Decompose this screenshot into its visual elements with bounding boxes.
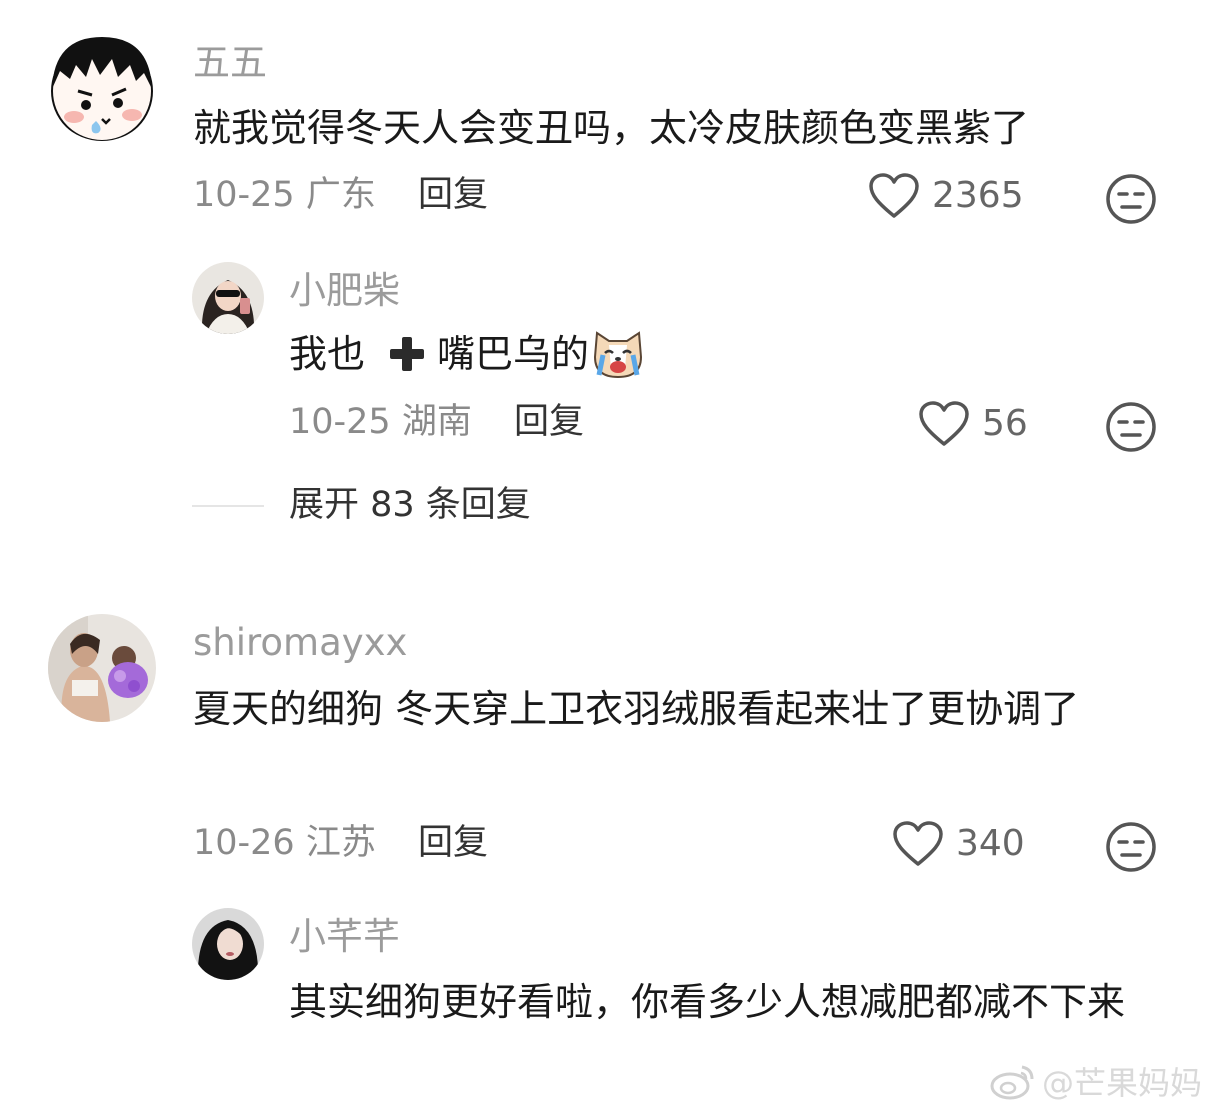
username[interactable]: 五五 [193, 44, 267, 81]
user-photo-avatar-icon [192, 908, 264, 980]
user-photo-avatar-icon [192, 262, 264, 334]
avatar-shiromayxx[interactable] [48, 614, 156, 722]
reply-text: 我也 嘴巴乌的 [289, 322, 645, 386]
like-count: 340 [956, 823, 1025, 864]
comment-date: 10-25 [193, 175, 295, 215]
reply-text: 其实细狗更好看啦，你看多少人想减肥都减不下来 [289, 980, 1126, 1024]
avatar-wuwu[interactable] [48, 33, 156, 141]
reply-text-start: 我也 [289, 332, 366, 376]
like-button[interactable]: 56 [918, 401, 1028, 447]
reply-text-end: 嘴巴乌的 [437, 332, 590, 376]
avatar-xiaofeichai[interactable] [192, 262, 264, 334]
reply-location: 湖南 [401, 402, 472, 442]
neutral-face-icon [1106, 174, 1156, 224]
crying-dog-emoji [594, 331, 643, 379]
reply-button[interactable]: 回复 [418, 826, 488, 861]
reply-meta: 10-25 湖南 [289, 405, 472, 440]
dislike-button[interactable] [1105, 821, 1157, 877]
username[interactable]: 小芊芊 [289, 918, 400, 955]
username[interactable]: shiromayxx [193, 624, 407, 661]
comment-meta: 10-25 广东 [193, 178, 376, 213]
comment-meta: 10-26 江苏 [193, 826, 376, 861]
like-count: 2365 [932, 175, 1024, 216]
comment-text: 夏天的细狗 冬天穿上卫衣羽绒服看起来壮了更协调了 [193, 687, 1080, 731]
reply-button[interactable]: 回复 [514, 405, 584, 440]
heart-outline-icon [919, 401, 969, 446]
like-button[interactable]: 2365 [868, 173, 1024, 219]
comment-text: 就我觉得冬天人会变丑吗，太冷皮肤颜色变黑紫了 [193, 106, 1030, 150]
user-photo-avatar-icon [48, 614, 156, 722]
comment-location: 广东 [305, 175, 376, 215]
avatar-xiaoqianqian[interactable] [192, 908, 264, 980]
heart-outline-icon [869, 173, 919, 218]
watermark-text: @芒果妈妈 [1042, 1064, 1203, 1102]
like-count: 56 [982, 403, 1028, 444]
plus-icon [390, 337, 425, 371]
reply-button[interactable]: 回复 [418, 178, 488, 213]
cartoon-girl-avatar-icon [48, 33, 156, 141]
heart-outline-icon [893, 821, 943, 866]
comment-location: 江苏 [305, 823, 376, 863]
weibo-icon [990, 1065, 1034, 1100]
reply-date: 10-25 [289, 402, 391, 442]
expand-replies-button[interactable]: 展开 83 条回复 [289, 488, 531, 523]
dislike-button[interactable] [1105, 173, 1157, 229]
neutral-face-icon [1106, 822, 1156, 872]
neutral-face-icon [1106, 402, 1156, 452]
dislike-button[interactable] [1105, 401, 1157, 457]
expand-divider [192, 505, 264, 507]
watermark: @芒果妈妈 [990, 1058, 1202, 1104]
like-button[interactable]: 340 [892, 821, 1025, 867]
username[interactable]: 小肥柴 [289, 272, 400, 309]
comment-date: 10-26 [193, 823, 295, 863]
